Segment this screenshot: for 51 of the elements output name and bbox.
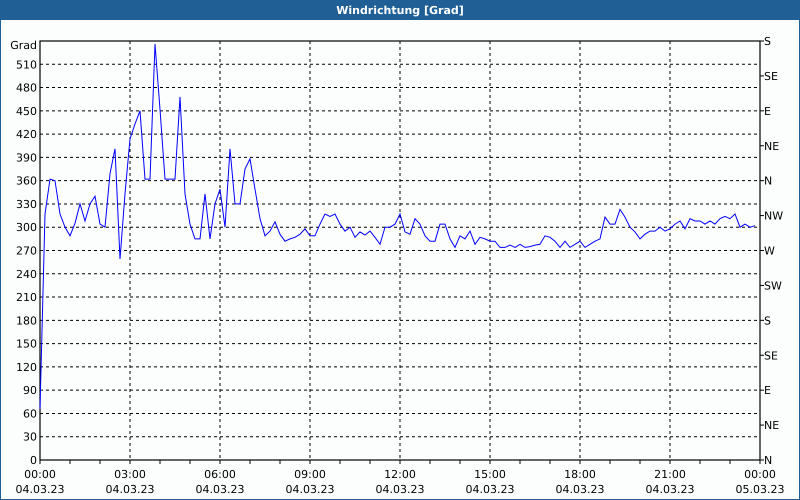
axis-tick-label: 450 <box>16 104 37 118</box>
axis-tick-label: NE <box>764 419 780 432</box>
window-title: Windrichtung [Grad] <box>336 4 464 16</box>
axis-tick-label: S <box>764 314 771 328</box>
axis-tick-label: 330 <box>16 198 37 211</box>
axis-date-label: 05.03.23 <box>736 483 784 496</box>
axis-date-label: 04.03.23 <box>106 483 154 496</box>
axis-tick-label: 210 <box>16 291 37 304</box>
axis-tick-label: S <box>764 35 771 48</box>
axis-date-label: 04.03.23 <box>16 483 64 496</box>
axis-title: Grad <box>10 39 37 52</box>
axis-tick-label: 480 <box>16 82 37 95</box>
axis-tick-label: 390 <box>16 151 37 164</box>
axis-tick-label: 18:00 <box>564 468 596 481</box>
axis-tick-label: NE <box>764 140 780 153</box>
axis-tick-label: 120 <box>16 360 37 374</box>
axis-tick-label: SE <box>764 70 778 83</box>
axis-tick-label: 03:00 <box>114 468 146 481</box>
axis-tick-label: 0 <box>30 454 37 467</box>
axis-tick-label: N <box>764 174 772 188</box>
axis-tick-label: W <box>764 244 775 258</box>
axis-date-label: 04.03.23 <box>286 483 334 496</box>
axis-tick-label: 00:00 <box>744 468 776 481</box>
axis-tick-label: 150 <box>16 338 37 351</box>
axis-tick-label: 21:00 <box>654 468 686 481</box>
axis-tick-label: E <box>764 384 771 398</box>
axis-tick-label: 510 <box>16 58 37 72</box>
axis-tick-label: 180 <box>16 314 37 328</box>
axis-date-label: 04.03.23 <box>376 483 424 496</box>
axis-tick-label: 90 <box>23 384 37 398</box>
axis-tick-label: 06:00 <box>204 468 236 481</box>
axis-date-label: 04.03.23 <box>466 483 514 496</box>
axis-tick-label: 240 <box>16 268 37 281</box>
axis-date-label: 04.03.23 <box>556 483 604 496</box>
axis-date-label: 04.03.23 <box>646 483 694 496</box>
axis-tick-label: 15:00 <box>474 468 506 481</box>
axis-tick-label: 300 <box>16 221 37 234</box>
axis-tick-label: 270 <box>16 244 37 258</box>
axis-tick-label: 30 <box>23 430 37 444</box>
axis-tick-label: NW <box>764 210 784 223</box>
axis-tick-label: SW <box>764 279 782 292</box>
axis-tick-label: N <box>764 454 772 467</box>
axis-tick-label: 09:00 <box>294 468 326 481</box>
axis-tick-label: 420 <box>16 128 37 142</box>
axis-tick-label: 60 <box>23 407 37 420</box>
axis-tick-label: SE <box>764 349 778 362</box>
axis-tick-label: E <box>764 104 771 118</box>
axis-date-label: 04.03.23 <box>196 483 244 496</box>
axis-tick-label: 00:00 <box>24 468 56 481</box>
axis-tick-label: 360 <box>16 174 37 188</box>
axis-tick-label: 12:00 <box>384 468 416 481</box>
